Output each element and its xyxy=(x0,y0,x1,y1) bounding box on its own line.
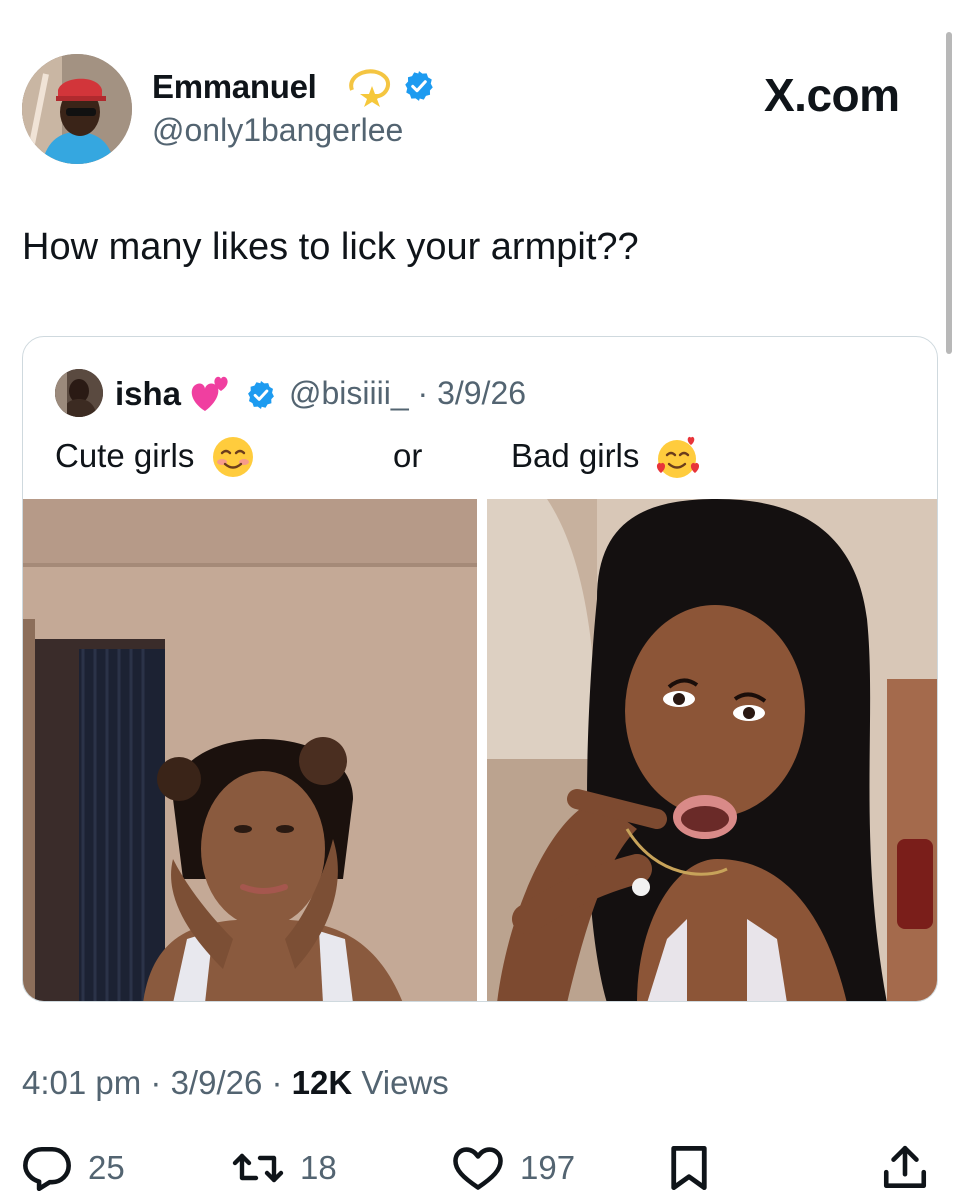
share-icon xyxy=(882,1143,928,1193)
tweet-meta: 4:01 pm · 3/9/26 · 12K Views xyxy=(22,1064,449,1102)
author-name[interactable]: Emmanuel xyxy=(152,68,317,106)
quoted-text-cute-girls: Cute girls xyxy=(55,437,195,474)
tweet-text: How many likes to lick your armpit?? xyxy=(22,226,639,268)
repost-button[interactable]: 18 xyxy=(232,1144,337,1192)
quoted-author-name[interactable]: isha xyxy=(115,375,181,413)
quoted-photo-right[interactable] xyxy=(487,499,937,1001)
timestamp-date[interactable]: 4:01 pm · 3/9/26 · xyxy=(22,1064,292,1101)
smiling-face-with-hearts-icon xyxy=(653,433,701,481)
repost-count: 18 xyxy=(300,1149,337,1186)
bookmark-icon xyxy=(668,1144,710,1192)
repost-icon xyxy=(232,1147,284,1189)
x-com-watermark: X.com xyxy=(764,69,900,121)
views-label: Views xyxy=(352,1064,449,1101)
quoted-photo-left[interactable] xyxy=(23,499,477,1001)
author-avatar[interactable] xyxy=(22,54,132,164)
reply-icon xyxy=(22,1145,72,1191)
scrollbar[interactable] xyxy=(946,32,952,354)
two-hearts-icon xyxy=(187,371,233,417)
verified-badge-icon xyxy=(245,379,277,411)
quoted-handle-date[interactable]: @bisiiii_ · 3/9/26 xyxy=(289,375,526,412)
quoted-text-bad-girls: Bad girls xyxy=(511,437,640,474)
verified-badge-icon xyxy=(402,69,436,103)
views-count: 12K xyxy=(291,1064,353,1101)
author-handle[interactable]: @only1bangerlee xyxy=(152,112,403,149)
quoted-tweet-card[interactable]: isha @bisiiii_ · 3/9/26 Cute girls or Ba… xyxy=(22,336,938,1002)
smiling-face-icon xyxy=(211,435,255,479)
bookmark-button[interactable] xyxy=(668,1144,710,1192)
reply-button[interactable]: 25 xyxy=(22,1144,125,1192)
quoted-author-avatar[interactable] xyxy=(55,369,103,417)
reply-count: 25 xyxy=(88,1149,125,1186)
dizzy-star-icon xyxy=(344,60,396,112)
like-button[interactable]: 197 xyxy=(452,1144,575,1192)
quoted-text-or: or xyxy=(393,437,423,474)
share-button[interactable] xyxy=(882,1144,928,1192)
like-count: 197 xyxy=(520,1149,576,1186)
heart-icon xyxy=(452,1145,504,1191)
